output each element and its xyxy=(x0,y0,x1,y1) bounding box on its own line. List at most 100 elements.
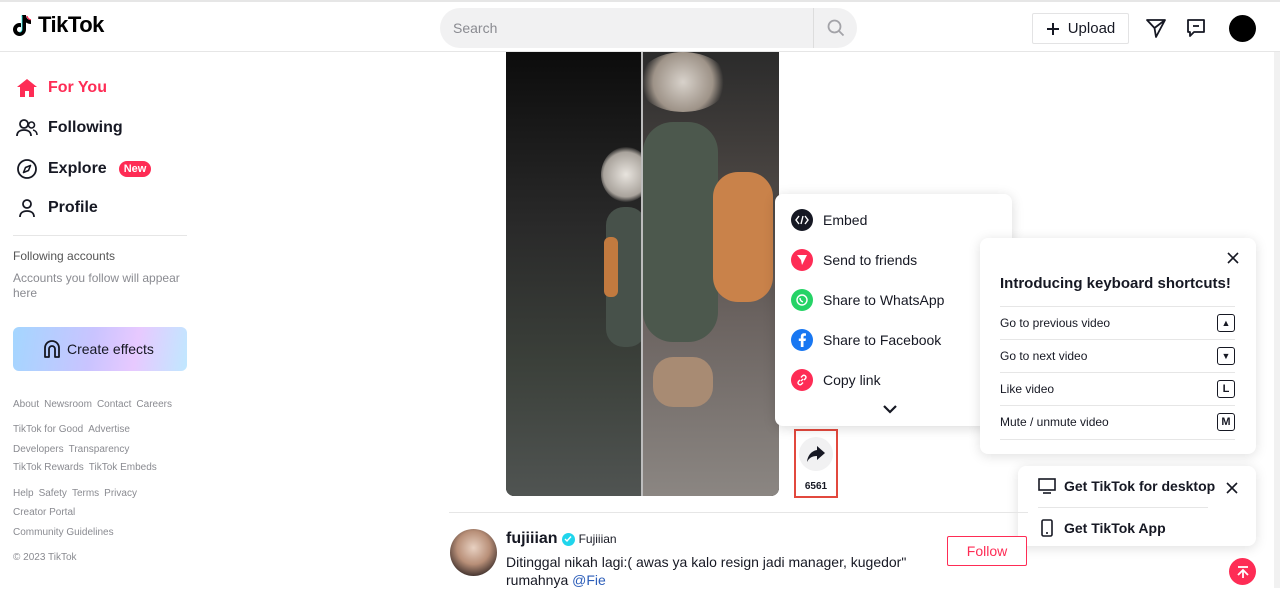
get-app-panel: Get TikTok for desktop Get TikTok App xyxy=(1018,466,1256,546)
post-divider xyxy=(449,512,1028,513)
post-caption: Ditinggal nikah lagi:( awas ya kalo resi… xyxy=(506,553,916,589)
footer-row-1: About Newsroom Contact Careers xyxy=(13,399,177,410)
copyright: © 2023 TikTok xyxy=(13,552,77,563)
cat-body-right xyxy=(643,122,718,342)
page-scrollbar[interactable] xyxy=(1274,52,1280,588)
footer-link-community-guidelines[interactable]: Community Guidelines xyxy=(13,527,114,538)
post-author[interactable]: fujiiian Fujiiian xyxy=(506,530,617,548)
link-icon xyxy=(791,369,813,391)
share-circle xyxy=(799,437,833,471)
nav-explore[interactable]: Explore New xyxy=(16,158,152,180)
get-app-link[interactable]: Get TikTok App xyxy=(1038,519,1166,537)
footer-link-newsroom[interactable]: Newsroom xyxy=(44,399,92,410)
close-icon xyxy=(1227,252,1239,264)
kb-key: M xyxy=(1217,413,1235,431)
footer-link-contact[interactable]: Contact xyxy=(97,399,131,410)
share-facebook[interactable]: Share to Facebook xyxy=(791,329,941,351)
post-caption-text: Ditinggal nikah lagi:( awas ya kalo resi… xyxy=(506,554,907,588)
create-effects-label: Create effects xyxy=(67,341,154,357)
footer-link-about[interactable]: About xyxy=(13,399,39,410)
verified-icon xyxy=(561,532,575,546)
footer-link-tiktok-rewards[interactable]: TikTok Rewards xyxy=(13,462,84,473)
search-input[interactable] xyxy=(440,20,813,36)
plus-icon xyxy=(1046,22,1059,35)
footer-link-safety[interactable]: Safety xyxy=(39,488,67,499)
post-mention-link[interactable]: @Fie xyxy=(572,572,606,588)
footer-row-3: Developers Transparency xyxy=(13,444,134,455)
cat-shoe-right xyxy=(653,357,713,407)
follow-button[interactable]: Follow xyxy=(947,536,1027,566)
share-whatsapp-label: Share to WhatsApp xyxy=(823,292,945,308)
logo-text: TikTok xyxy=(38,12,104,37)
footer-link-advertise[interactable]: Advertise xyxy=(88,424,130,435)
get-desktop-label: Get TikTok for desktop xyxy=(1064,478,1216,494)
kb-label: Go to previous video xyxy=(1000,316,1111,330)
get-app-close-button[interactable] xyxy=(1226,481,1238,499)
kb-label: Go to next video xyxy=(1000,349,1088,363)
inbox-button[interactable] xyxy=(1183,15,1209,41)
footer-link-transparency[interactable]: Transparency xyxy=(69,444,130,455)
share-button[interactable]: 6561 xyxy=(794,429,838,498)
get-desktop-link[interactable]: Get TikTok for desktop xyxy=(1038,478,1215,494)
search-icon xyxy=(827,19,844,37)
monitor-icon xyxy=(1038,478,1056,494)
kb-title: Introducing keyboard shortcuts! xyxy=(1000,275,1231,292)
footer-link-terms[interactable]: Terms xyxy=(72,488,99,499)
footer-link-developers[interactable]: Developers xyxy=(13,444,64,455)
nav-profile[interactable]: Profile xyxy=(16,198,98,218)
sidebar-divider xyxy=(13,235,187,236)
kb-key: L xyxy=(1217,380,1235,398)
kb-close-button[interactable] xyxy=(1227,251,1239,269)
top-bar: TikTok Upload xyxy=(0,0,1280,52)
nav-following[interactable]: Following xyxy=(16,118,123,138)
kb-row-next: Go to next video ▼ xyxy=(1000,339,1235,372)
get-app-divider xyxy=(1038,507,1208,508)
cat-backpack-right xyxy=(713,172,773,302)
footer-link-careers[interactable]: Careers xyxy=(136,399,172,410)
footer-row-4: TikTok Rewards TikTok Embeds xyxy=(13,462,162,473)
post-username[interactable]: fujiiian xyxy=(506,530,558,548)
share-more-button[interactable] xyxy=(882,401,898,419)
footer-row-8: © 2023 TikTok xyxy=(13,552,82,563)
footer-row-7: Community Guidelines xyxy=(13,527,119,538)
tiktok-logo[interactable]: TikTok xyxy=(12,12,104,38)
footer-link-tiktok-embeds[interactable]: TikTok Embeds xyxy=(89,462,157,473)
share-whatsapp[interactable]: Share to WhatsApp xyxy=(791,289,944,311)
whatsapp-icon xyxy=(791,289,813,311)
compass-icon xyxy=(17,159,37,179)
kb-row-previous: Go to previous video ▲ xyxy=(1000,306,1235,339)
share-embed-label: Embed xyxy=(823,212,868,228)
send-icon xyxy=(791,249,813,271)
arrow-up-icon xyxy=(1236,565,1249,578)
search-bar xyxy=(440,8,857,48)
person-icon xyxy=(19,199,35,218)
kb-label: Mute / unmute video xyxy=(1000,415,1109,429)
inbox-icon xyxy=(1187,19,1205,37)
nav-for-you[interactable]: For You xyxy=(16,78,107,98)
share-send-to-friends[interactable]: Send to friends xyxy=(791,249,917,271)
footer-link-tiktok-for-good[interactable]: TikTok for Good xyxy=(13,424,83,435)
profile-avatar[interactable] xyxy=(1229,15,1256,42)
cat-head-right xyxy=(638,52,728,112)
create-effects-button[interactable]: Create effects xyxy=(13,327,187,371)
share-copy-link[interactable]: Copy link xyxy=(791,369,881,391)
following-accounts-title: Following accounts xyxy=(13,249,116,263)
video-player[interactable] xyxy=(506,52,779,496)
kb-key: ▲ xyxy=(1217,314,1235,332)
get-app-label: Get TikTok App xyxy=(1064,520,1166,536)
upload-button[interactable]: Upload xyxy=(1032,13,1129,44)
footer-row-2: TikTok for Good Advertise xyxy=(13,424,135,435)
back-to-top-button[interactable] xyxy=(1229,558,1256,585)
kb-label: Like video xyxy=(1000,382,1055,396)
footer-link-privacy[interactable]: Privacy xyxy=(104,488,137,499)
search-button[interactable] xyxy=(813,8,857,48)
share-embed[interactable]: Embed xyxy=(791,209,867,231)
post-author-avatar[interactable] xyxy=(450,529,497,576)
nav-explore-label: Explore xyxy=(48,160,107,177)
footer-link-help[interactable]: Help xyxy=(13,488,34,499)
footer-link-creator-portal[interactable]: Creator Portal xyxy=(13,507,75,518)
footer-row-6: Creator Portal xyxy=(13,507,80,518)
messages-button[interactable] xyxy=(1143,15,1169,41)
home-icon xyxy=(17,79,37,97)
chevron-down-icon xyxy=(883,405,897,414)
